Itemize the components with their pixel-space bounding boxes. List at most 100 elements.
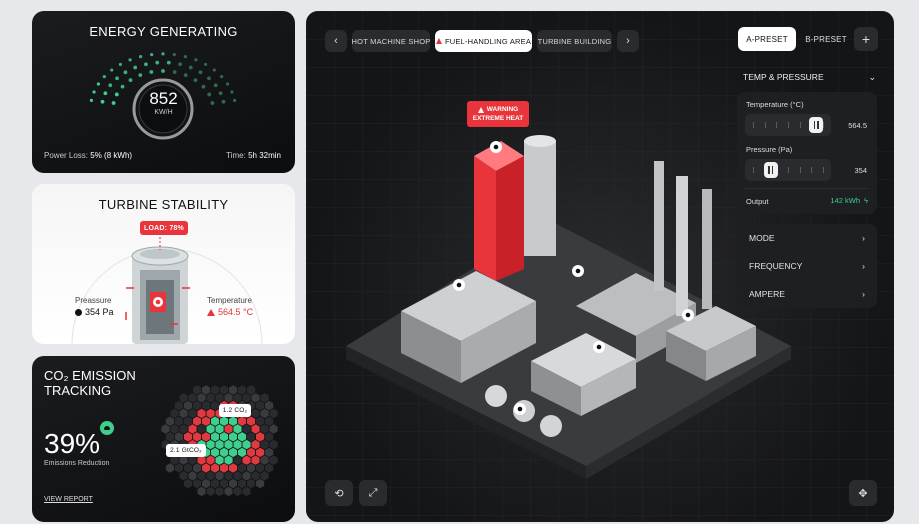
hex-cell — [174, 463, 184, 473]
hex-cell — [206, 408, 215, 419]
fullscreen-button[interactable]: ⤢ — [359, 480, 387, 506]
tab-fuel-handling-area[interactable]: FUEL-HANDLING AREA — [435, 30, 532, 52]
slider-tick — [753, 122, 754, 128]
hex-cell — [193, 463, 202, 473]
hex-cell — [206, 486, 215, 497]
view-report-link[interactable]: VIEW REPORT — [44, 496, 93, 503]
turbine-illustration — [71, 229, 263, 344]
slider-knob[interactable] — [763, 162, 778, 178]
hex-cell — [179, 408, 188, 419]
hex-cell — [260, 471, 269, 481]
slider-knob[interactable] — [809, 117, 824, 133]
tab-hot-machine-shop[interactable]: HOT MACHINE SHOP — [352, 30, 430, 52]
menu-item-frequency[interactable]: FREQUENCY › — [737, 252, 877, 279]
menu-item-mode[interactable]: MODE › — [737, 224, 877, 251]
energy-dot — [108, 83, 113, 88]
hex-cell — [206, 393, 215, 403]
main-viewport: WARNING EXTREME HEAT ‹ HOT MACHINE SHOP … — [306, 11, 894, 522]
hex-cell — [269, 439, 278, 450]
hex-cell — [233, 455, 242, 465]
hex-cell — [202, 385, 211, 395]
tab-fuel-handling-label: FUEL-HANDLING AREA — [444, 36, 532, 46]
hex-cell — [247, 463, 256, 473]
hex-cell — [206, 424, 215, 434]
temperature-slider[interactable] — [745, 114, 831, 136]
pressure-slider[interactable] — [745, 159, 831, 181]
hex-cell — [238, 432, 247, 442]
co2-title-line1: CO₂ EMISSION — [44, 368, 136, 383]
output-value: 142 kWh — [830, 196, 861, 205]
hex-cell — [211, 447, 220, 458]
energy-dot — [150, 52, 154, 57]
next-tab-button[interactable]: › — [617, 30, 639, 52]
hex-cell — [197, 471, 206, 481]
hex-cell — [188, 471, 197, 481]
gauge-icon — [75, 308, 82, 316]
time-value: 5h 32min — [248, 151, 281, 160]
warning-triangle-icon — [477, 106, 484, 113]
hex-cell — [238, 416, 247, 426]
hex-cell — [215, 424, 224, 434]
co2-tag-1: 1.2 CO₂ — [219, 404, 251, 417]
hex-cell — [215, 471, 224, 481]
slider-tick — [776, 122, 778, 128]
co2-percent-label: Emissions Reduction — [44, 460, 110, 467]
energy-dot — [138, 73, 143, 78]
energy-dot — [204, 62, 208, 67]
hex-cell — [247, 478, 256, 489]
power-loss-label: Power Loss: — [44, 151, 89, 160]
hex-cell — [224, 424, 233, 434]
b-preset-button[interactable]: B-PRESET — [800, 27, 852, 51]
hex-cell — [170, 408, 179, 419]
hex-cell — [197, 393, 206, 403]
hex-cell — [215, 393, 224, 403]
pressure-readout: 354 Pa — [75, 307, 114, 317]
energy-dot — [120, 84, 125, 89]
energy-dot — [207, 76, 211, 81]
hex-cell — [229, 447, 238, 458]
hex-cell — [206, 439, 215, 450]
warning-icon — [207, 308, 215, 316]
co2-percent: 39% — [44, 428, 101, 459]
hex-cell — [224, 455, 233, 465]
hex-cell — [165, 463, 175, 473]
hex-cell — [193, 416, 202, 426]
energy-dot — [201, 84, 206, 89]
add-preset-button[interactable]: + — [854, 27, 878, 51]
cloud-icon — [100, 421, 114, 435]
rotate-button[interactable]: ⟲ — [325, 480, 353, 506]
move-icon: ✥ — [858, 487, 868, 500]
hex-cell — [251, 408, 260, 419]
hex-cell — [242, 393, 251, 403]
location-marker-dot — [517, 406, 523, 412]
hex-cell — [197, 408, 206, 419]
hex-cell — [265, 447, 274, 458]
hex-cell — [260, 455, 269, 465]
output-readout: 142 kWh ϟ — [830, 196, 868, 205]
expand-icon: ⤢ — [368, 486, 378, 499]
temp-pressure-header[interactable]: TEMP & PRESSURE ⌄ — [743, 72, 876, 83]
hex-cell — [224, 486, 233, 497]
turbine-card: TURBINE STABILITY LOAD: 78% Preassure 35… — [32, 184, 295, 344]
location-marker-dot — [456, 282, 462, 288]
tab-turbine-building[interactable]: TURBINE BUILDING — [537, 30, 612, 52]
hex-cell — [229, 432, 238, 442]
hex-cell — [197, 486, 206, 497]
hex-cell — [202, 478, 211, 489]
move-button[interactable]: ✥ — [849, 480, 877, 506]
menu-item-ampere[interactable]: AMPERE › — [737, 280, 877, 307]
prev-tab-button[interactable]: ‹ — [325, 30, 347, 52]
hex-cell — [238, 463, 247, 473]
hex-cell — [174, 400, 184, 411]
hex-cell — [238, 447, 247, 458]
energy-dot — [161, 52, 165, 56]
load-badge: LOAD: 78% — [140, 221, 188, 235]
hex-cell — [211, 463, 220, 473]
hex-cell — [197, 424, 206, 434]
hex-cell — [238, 385, 247, 395]
menu-item-mode-label: MODE — [749, 232, 775, 243]
energy-dot — [161, 69, 165, 73]
hex-cell — [211, 416, 220, 426]
slider-tick — [788, 167, 789, 173]
a-preset-button[interactable]: A-PRESET — [738, 27, 796, 51]
